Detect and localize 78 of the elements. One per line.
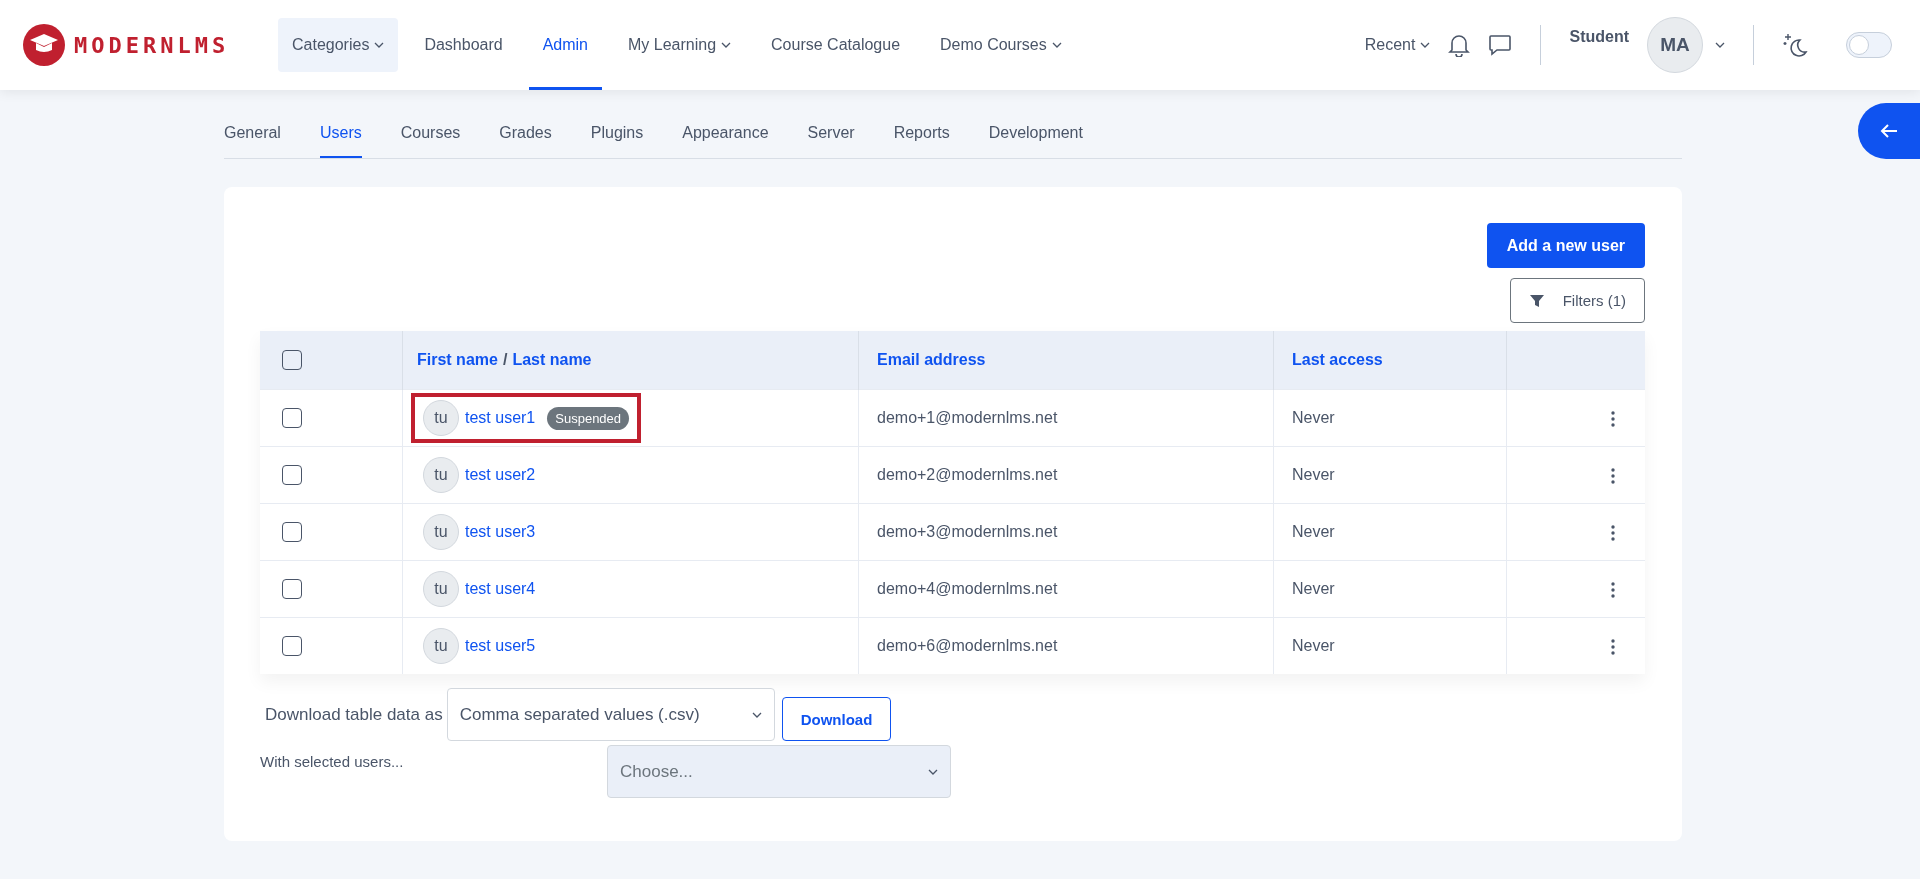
caret-icon [1420,42,1431,48]
row-checkbox[interactable] [282,636,302,656]
user-name-link[interactable]: test user3 [465,523,536,541]
row-checkbox[interactable] [282,522,302,542]
recent-menu[interactable]: Recent [1364,0,1431,90]
notification-bell-icon[interactable] [1448,33,1471,57]
email-text: demo+1@modernlms.net [877,409,1058,426]
nav-link[interactable]: Demo Courses [926,0,1076,90]
more-options-icon[interactable] [1611,410,1615,427]
user-initials-avatar: tu [423,514,459,550]
last-access-text: Never [1292,580,1335,597]
download-button[interactable]: Download [781,697,892,741]
drawer-toggle-button[interactable] [1858,103,1920,159]
last-access-text: Never [1292,637,1335,654]
add-user-button[interactable]: Add a new user [1486,223,1645,268]
admin-tab[interactable]: Users [319,124,362,158]
row-checkbox[interactable] [282,465,302,485]
row-checkbox[interactable] [282,408,302,428]
admin-tab[interactable]: Courses [400,124,461,158]
admin-tab[interactable]: Reports [893,124,950,158]
row-checkbox[interactable] [282,579,302,599]
caret-icon [1051,42,1062,48]
last-access-text: Never [1292,409,1335,426]
column-sort-link[interactable]: Last access [1292,351,1383,368]
more-options-icon[interactable] [1611,581,1615,598]
user-initials-avatar: tu [423,571,459,607]
admin-tab[interactable]: Plugins [590,124,644,158]
column-sort-link[interactable]: Last name [512,351,592,368]
email-text: demo+6@modernlms.net [877,637,1058,654]
user-name-link[interactable]: test user2 [465,466,536,484]
user-initials-avatar: tu [423,628,459,664]
status-badge: Suspended [547,406,630,430]
user-initials-avatar: tu [423,457,459,493]
user-avatar[interactable]: MA [1647,17,1703,73]
dark-mode-toggle[interactable] [1846,32,1892,58]
admin-tab[interactable]: Grades [499,124,552,158]
caret-icon [721,42,732,48]
caret-icon [751,711,762,718]
message-bubble-icon[interactable] [1488,34,1513,56]
nav-link[interactable]: My Learning [614,0,746,90]
caret-icon [928,768,938,775]
more-options-icon[interactable] [1611,524,1615,541]
filter-funnel-icon [1528,292,1545,309]
more-options-icon[interactable] [1611,467,1615,484]
user-name-link[interactable]: test user4 [465,580,536,598]
caret-icon [374,42,385,48]
user-initials-avatar: tu [423,400,459,436]
graduation-cap-logo-icon [22,23,66,67]
format-select[interactable]: Comma separated values (.csv) [446,688,775,741]
column-sort-link[interactable]: Email address [877,351,986,368]
admin-tab[interactable]: Server [807,124,855,158]
left-arrow-icon [1880,123,1898,139]
admin-tab[interactable]: Appearance [682,124,769,158]
user-name-link[interactable]: test user5 [465,637,536,655]
column-sort-link[interactable]: First name [417,351,498,368]
email-text: demo+4@modernlms.net [877,580,1058,597]
bulk-action-label: With selected users... [260,753,405,770]
admin-tab[interactable]: Development [988,124,1083,158]
column-header-separator: / [502,351,508,368]
email-text: demo+2@modernlms.net [877,466,1058,483]
select-all-checkbox[interactable] [282,350,302,370]
last-access-text: Never [1292,523,1335,540]
last-access-text: Never [1292,466,1335,483]
filters-button[interactable]: Filters (1) [1509,278,1645,323]
nav-link[interactable]: Dashboard [410,0,517,90]
more-options-icon[interactable] [1611,638,1615,655]
nav-link[interactable]: Admin [528,0,602,90]
download-label: Download table data as [265,704,443,725]
bulk-action-select[interactable]: Choose... [607,745,951,798]
moon-stars-icon [1782,32,1808,58]
logo-wordmark[interactable]: MODERNLMS [74,32,230,58]
user-name-link[interactable]: test user1 [465,409,536,427]
caret-icon[interactable] [1715,42,1725,48]
nav-link[interactable]: Course Catalogue [757,0,915,90]
email-text: demo+3@modernlms.net [877,523,1058,540]
admin-tab[interactable]: General [224,124,281,158]
nav-link[interactable]: Categories [278,18,399,72]
user-role: Student [1569,28,1629,46]
